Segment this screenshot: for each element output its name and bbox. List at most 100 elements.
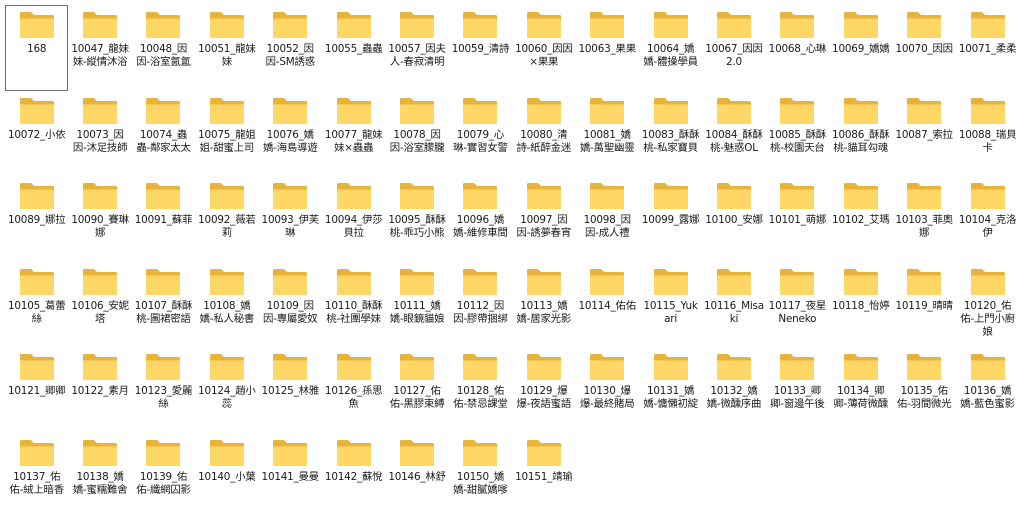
folder-item[interactable]: 10098_因因-成人禮 <box>576 176 639 262</box>
folder-item[interactable]: 10128_佑佑-禁忌課堂 <box>449 347 512 433</box>
folder-item[interactable]: 10084_酥酥桃-魅惑OL <box>702 91 765 177</box>
folder-item[interactable]: 10106_安妮塔 <box>68 262 131 348</box>
folder-item[interactable]: 10095_酥酥桃-乖巧小熊 <box>385 176 448 262</box>
folder-item[interactable]: 10067_因因2.0 <box>702 5 765 91</box>
folder-item[interactable]: 10057_因夫人-春寂清明 <box>385 5 448 91</box>
folder-item[interactable]: 10089_娜拉 <box>5 176 68 262</box>
folder-item[interactable]: 10133_卿卿-窗邊午後 <box>766 347 829 433</box>
folder-item[interactable]: 10059_清詩 <box>449 5 512 91</box>
folder-item[interactable]: 10083_酥酥桃-私家寶貝 <box>639 91 702 177</box>
folder-item[interactable]: 10080_清詩-紙醉金迷 <box>512 91 575 177</box>
folder-item[interactable]: 10091_蘇菲 <box>132 176 195 262</box>
folder-item[interactable]: 10073_因因-沐足技師 <box>68 91 131 177</box>
folder-grid: 168 10047_龍妹妹-縱情沐浴 10048_因因-浴室氤氲 10051_龍妹妹 1… <box>5 5 1021 518</box>
folder-item[interactable]: 10141_曼曼 <box>259 433 322 519</box>
folder-item[interactable]: 10085_酥酥桃-校園天台 <box>766 91 829 177</box>
folder-item[interactable]: 10117_夜星Neneko <box>766 262 829 348</box>
folder-item[interactable]: 10048_因因-浴室氤氲 <box>132 5 195 91</box>
folder-item[interactable]: 10093_伊芙琳 <box>259 176 322 262</box>
folder-item[interactable]: 168 <box>5 5 69 91</box>
folder-item[interactable]: 10134_卿卿-薄荷微醺 <box>829 347 892 433</box>
folder-item[interactable]: 10131_嬌嬌-慵懶初綻 <box>639 347 702 433</box>
folder-label: 10074_蟲蟲-鄰家太太 <box>136 128 191 154</box>
folder-item[interactable]: 10097_因因-誘夢春宵 <box>512 176 575 262</box>
folder-icon <box>716 12 751 38</box>
folder-item[interactable]: 10076_嬌嬌-海島導遊 <box>259 91 322 177</box>
folder-item[interactable]: 10111_嬌嬌-眼鏡貓娘 <box>385 262 448 348</box>
folder-item[interactable]: 10074_蟲蟲-鄰家太太 <box>132 91 195 177</box>
folder-item[interactable]: 10121_卿卿 <box>5 347 68 433</box>
folder-icon <box>780 268 815 295</box>
folder-item[interactable]: 10150_嬌嬌-甜膩嬌嗲 <box>449 433 512 519</box>
folder-item[interactable]: 10122_素月 <box>68 347 131 433</box>
folder-label: 10116_Misaki <box>704 299 764 325</box>
folder-item[interactable]: 10070_因因 <box>892 5 955 91</box>
folder-item[interactable]: 10112_因因-膠帶捆綁 <box>449 262 512 348</box>
folder-item[interactable]: 10060_因因×果果 <box>512 5 575 91</box>
folder-item[interactable]: 10101_萌娜 <box>766 176 829 262</box>
folder-item[interactable]: 10103_菲奧娜 <box>892 176 955 262</box>
folder-item[interactable]: 10109_因因-專屬愛奴 <box>259 262 322 348</box>
folder-item[interactable]: 10096_嬌嬌-維修車間 <box>449 176 512 262</box>
folder-item[interactable]: 10136_嬌嬌-藍色蜜影 <box>956 347 1019 433</box>
folder-item[interactable]: 10055_蟲蟲 <box>322 5 385 91</box>
folder-item[interactable]: 10104_克洛伊 <box>956 176 1019 262</box>
folder-item[interactable]: 10087_索拉 <box>892 91 955 177</box>
folder-item[interactable]: 10114_佑佑 <box>576 262 639 348</box>
folder-item[interactable]: 10063_果果 <box>576 5 639 91</box>
folder-item[interactable]: 10151_靖瑜 <box>512 433 575 519</box>
folder-item[interactable]: 10146_林舒 <box>385 433 448 519</box>
folder-item[interactable]: 10119_晴晴 <box>892 262 955 348</box>
folder-item[interactable]: 10079_心琳-實習女警 <box>449 91 512 177</box>
folder-item[interactable]: 10113_嬌嬌-居家光影 <box>512 262 575 348</box>
folder-item[interactable]: 10116_Misaki <box>702 262 765 348</box>
folder-item[interactable]: 10124_趙小蕊 <box>195 347 258 433</box>
folder-item[interactable]: 10088_瑞貝卡 <box>956 91 1019 177</box>
folder-item[interactable]: 10118_怡婷 <box>829 262 892 348</box>
folder-item[interactable]: 10139_佑佑-纖網囚影 <box>132 433 195 519</box>
folder-item[interactable]: 10094_伊莎貝拉 <box>322 176 385 262</box>
folder-item[interactable]: 10099_露娜 <box>639 176 702 262</box>
folder-item[interactable]: 10129_爆爆-夜語蜜語 <box>512 347 575 433</box>
folder-item[interactable]: 10072_小依 <box>5 91 68 177</box>
folder-item[interactable]: 10105_葛蕾絲 <box>5 262 68 348</box>
folder-item[interactable]: 10123_愛麗絲 <box>132 347 195 433</box>
folder-item[interactable]: 10064_嬌嬌-體操學員 <box>639 5 702 91</box>
folder-label: 10101_萌娜 <box>768 214 827 226</box>
folder-item[interactable]: 10086_酥酥桃-貓耳勾魂 <box>829 91 892 177</box>
folder-item[interactable]: 10107_酥酥桃-圖裙密語 <box>132 262 195 348</box>
folder-item[interactable]: 10047_龍妹妹-縱情沐浴 <box>68 5 131 91</box>
folder-item[interactable]: 10132_嬌嬌-微醺序曲 <box>702 347 765 433</box>
folder-item[interactable]: 10052_因因-SM誘惑 <box>259 5 322 91</box>
folder-item[interactable]: 10068_心琳 <box>766 5 829 91</box>
folder-item[interactable]: 10077_龍妹妹×蟲蟲 <box>322 91 385 177</box>
folder-icon <box>907 354 942 380</box>
folder-item[interactable]: 10078_因因-浴室朦朧 <box>385 91 448 177</box>
folder-item[interactable]: 10138_嬌嬌-蜜糯難舍 <box>68 433 131 519</box>
folder-item[interactable]: 10127_佑佑-黑膠束縛 <box>385 347 448 433</box>
folder-icon <box>526 183 561 209</box>
folder-item[interactable]: 10110_酥酥桃-社團學妹 <box>322 262 385 348</box>
folder-item[interactable]: 10140_小葉 <box>195 433 258 519</box>
folder-icon <box>83 268 118 295</box>
folder-item[interactable]: 10102_艾瑪 <box>829 176 892 262</box>
folder-item[interactable]: 10092_薇若莉 <box>195 176 258 262</box>
folder-item[interactable]: 10126_孫思魚 <box>322 347 385 433</box>
folder-item[interactable]: 10137_佑佑-絨上暗香 <box>5 433 68 519</box>
folder-item[interactable]: 10125_林雅 <box>259 347 322 433</box>
folder-item[interactable]: 10142_蘇悅 <box>322 433 385 519</box>
folder-item[interactable]: 10135_佑佑-羽間微光 <box>892 347 955 433</box>
folder-item[interactable]: 10115_Yukari <box>639 262 702 348</box>
folder-item[interactable]: 10071_柔柔 <box>956 5 1019 91</box>
folder-item[interactable]: 10130_爆爆-最終賭局 <box>576 347 639 433</box>
folder-item[interactable]: 10081_嬌嬌-萬聖幽靈 <box>576 91 639 177</box>
folder-item[interactable]: 10100_安娜 <box>702 176 765 262</box>
folder-item[interactable]: 10069_嬌嬌 <box>829 5 892 91</box>
folder-item[interactable]: 10108_嬌嬌-私人秘書 <box>195 262 258 348</box>
folder-item[interactable]: 10051_龍妹妹 <box>195 5 258 91</box>
folder-item[interactable]: 10120_佑佑-上門小廚娘 <box>956 262 1019 348</box>
folder-label: 10135_佑佑-羽間微光 <box>896 385 952 410</box>
folder-item[interactable]: 10090_賽琳娜 <box>68 176 131 262</box>
folder-item[interactable]: 10075_龍姐姐-甜蜜上司 <box>195 91 258 177</box>
folder-icon <box>273 268 308 295</box>
